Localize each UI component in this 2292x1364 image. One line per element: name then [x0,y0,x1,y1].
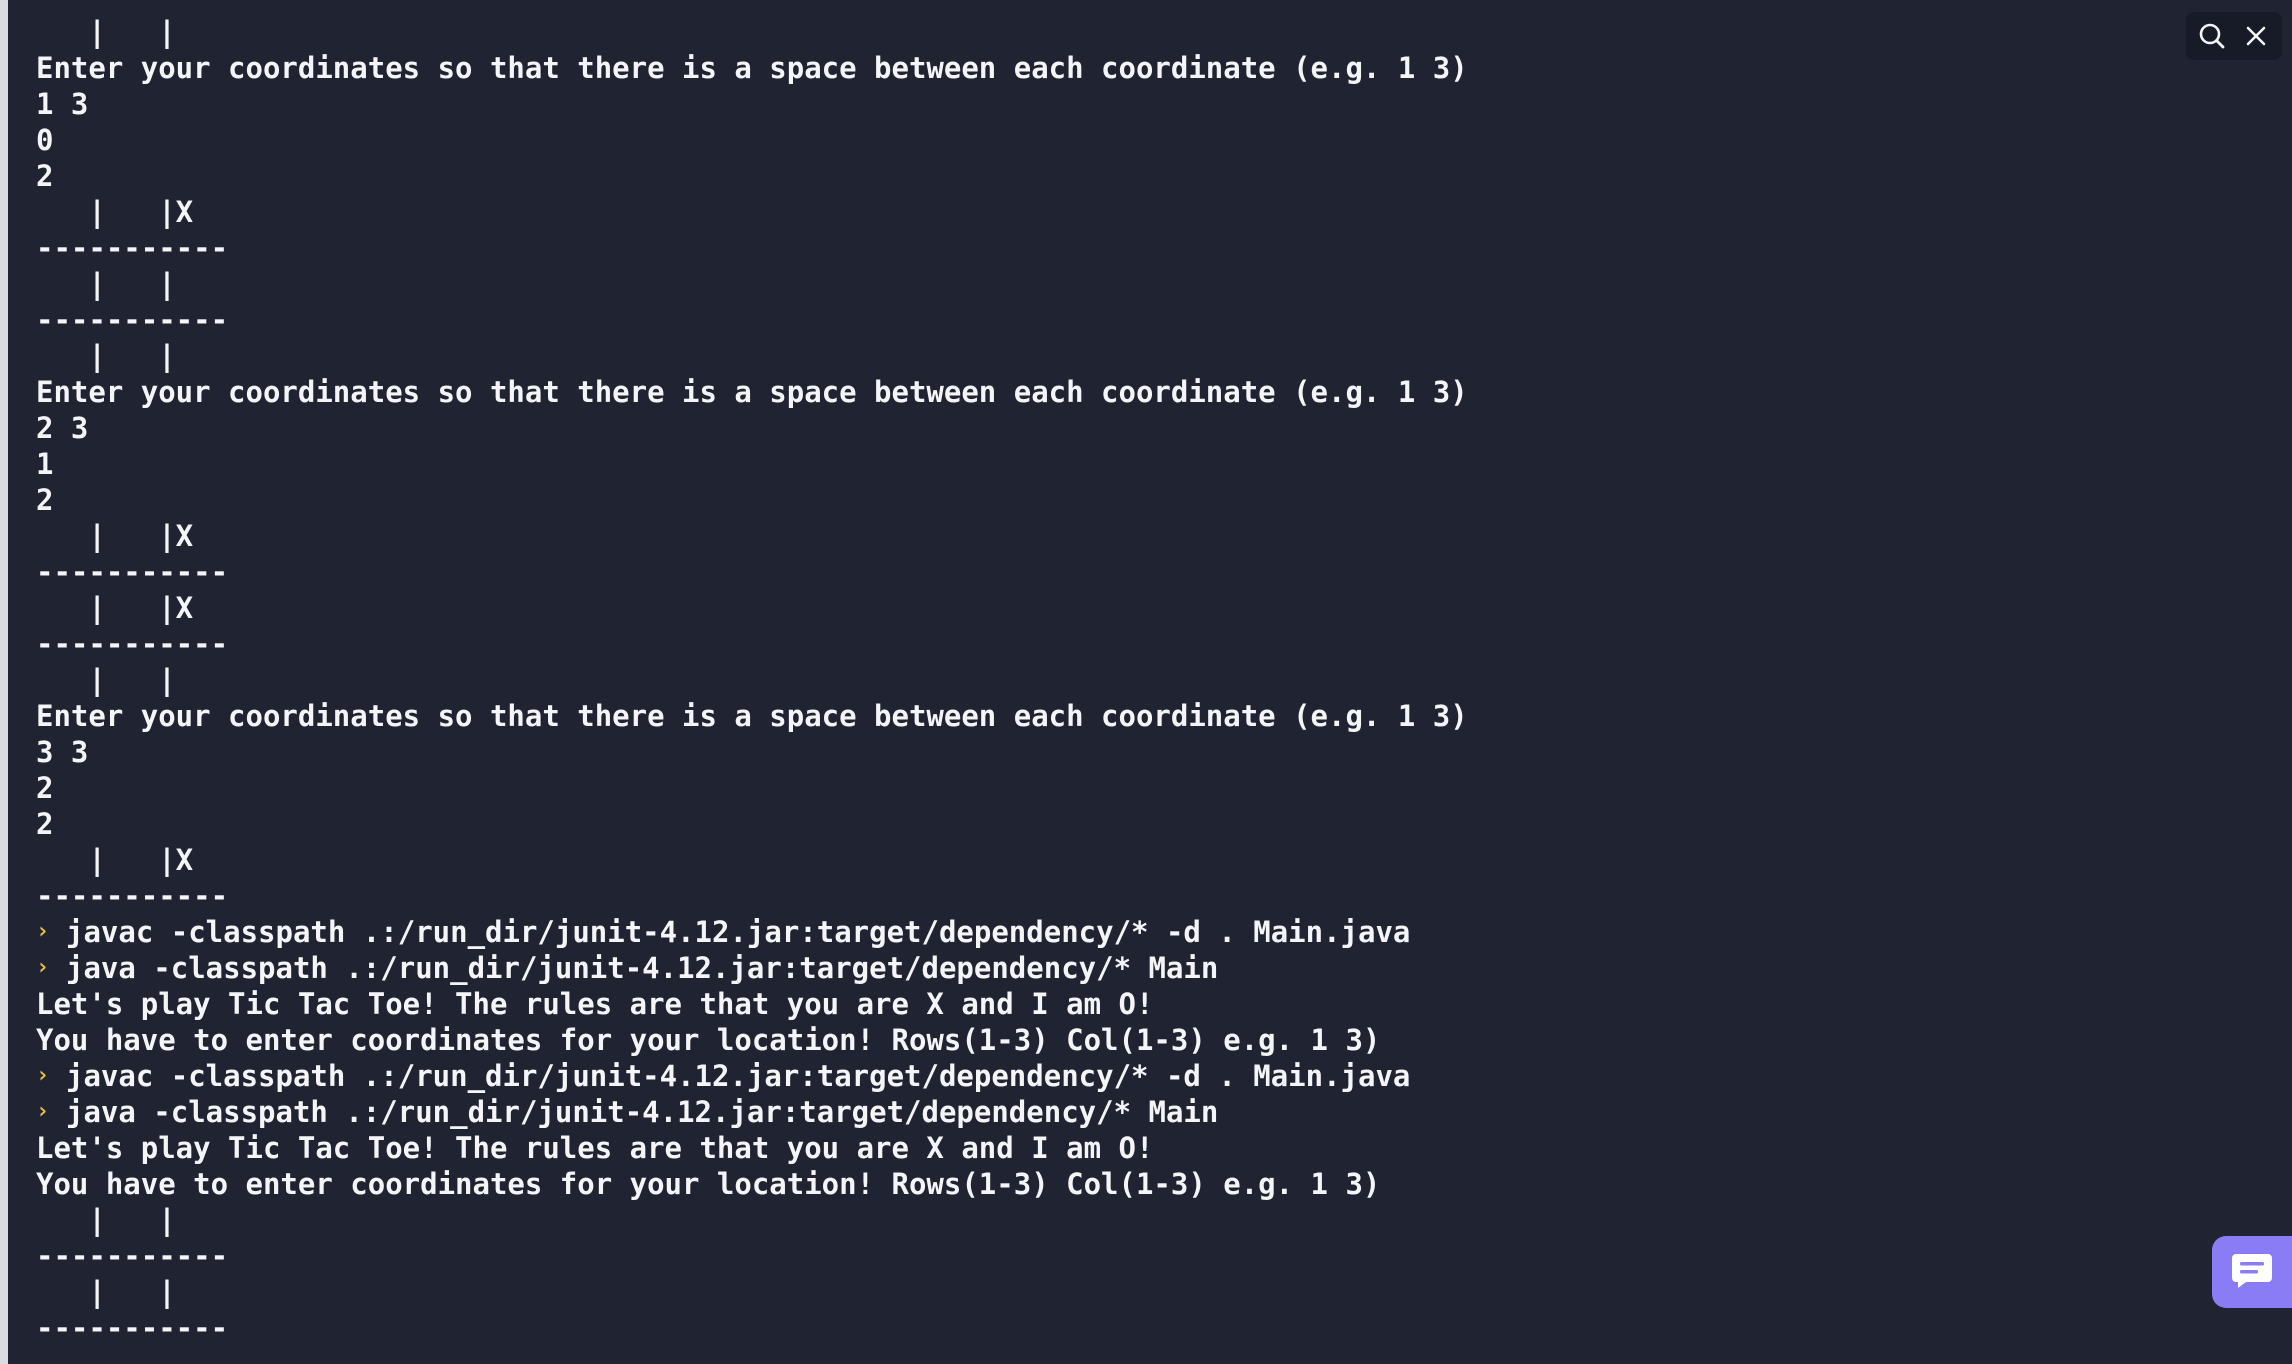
output-text: | | [36,15,176,49]
output-text: | |X [36,591,194,625]
console-output-line: | | [36,338,2186,374]
console-command-line: › java -classpath .:/run_dir/junit-4.12.j… [36,950,2186,986]
output-text: ----------- [36,1239,229,1273]
console-output-line: | |X [36,518,2186,554]
prompt-arrow-icon: › [36,1099,50,1124]
output-text: 2 [36,771,54,805]
console-output-line: | |X [36,842,2186,878]
console-output-line: ----------- [36,230,2186,266]
console-output-line: 2 [36,158,2186,194]
console-output-line: | | [36,266,2186,302]
output-text: Enter your coordinates so that there is … [36,375,1468,409]
output-text: | |X [36,843,194,877]
console-output-line: ----------- [36,302,2186,338]
prompt-arrow-icon: › [36,919,50,944]
console-command-line: › java -classpath .:/run_dir/junit-4.12.j… [36,1094,2186,1130]
console-output-line: 2 [36,482,2186,518]
output-text: ----------- [36,303,229,337]
output-text: | |X [36,519,194,553]
console-toolbar [2186,12,2282,60]
close-icon [2243,23,2269,49]
console-output-line: 1 [36,446,2186,482]
chat-icon [2230,1250,2274,1294]
console-output-line: Enter your coordinates so that there is … [36,698,2186,734]
console-output-line: | | [36,1202,2186,1238]
output-text: | | [36,1203,176,1237]
output-text: | | [36,1275,176,1309]
console-output-line: Enter your coordinates so that there is … [36,374,2186,410]
close-button[interactable] [2236,16,2276,56]
console-output-line: 3 3 [36,734,2186,770]
output-text: ----------- [36,627,229,661]
output-text: | |X [36,195,194,229]
console-output-line: | |X [36,194,2186,230]
console-output-line: | | [36,14,2186,50]
console-output-line: 0 [36,122,2186,158]
command-text: java -classpath .:/run_dir/junit-4.12.ja… [66,951,1219,985]
console-output-line: ----------- [36,1310,2186,1346]
console-output-line: You have to enter coordinates for your l… [36,1166,2186,1202]
console-output-line: Enter your coordinates so that there is … [36,50,2186,86]
console-output-line: 2 [36,806,2186,842]
output-text: | | [36,267,176,301]
output-text: 2 3 [36,411,89,445]
output-text: Let's play Tic Tac Toe! The rules are th… [36,987,1154,1021]
output-text: You have to enter coordinates for your l… [36,1023,1381,1057]
search-icon [2197,21,2227,51]
output-text: 2 [36,807,54,841]
output-text: Enter your coordinates so that there is … [36,51,1468,85]
console-output-line: ----------- [36,878,2186,914]
command-text: javac -classpath .:/run_dir/junit-4.12.j… [66,915,1411,949]
console-output-line: | | [36,1274,2186,1310]
console-output-line: Let's play Tic Tac Toe! The rules are th… [36,986,2186,1022]
console-output-line: Let's play Tic Tac Toe! The rules are th… [36,1130,2186,1166]
console-output-line: ----------- [36,554,2186,590]
console-command-line: › javac -classpath .:/run_dir/junit-4.12.… [36,1058,2186,1094]
console-command-line: › javac -classpath .:/run_dir/junit-4.12.… [36,914,2186,950]
search-button[interactable] [2192,16,2232,56]
prompt-arrow-icon: › [36,1063,50,1088]
output-text: ----------- [36,555,229,589]
console-output-line: 2 [36,770,2186,806]
output-text: 0 [36,123,54,157]
console-output-line: ----------- [36,1238,2186,1274]
console-output-line: | | [36,662,2186,698]
output-text: 2 [36,159,54,193]
output-text: 2 [36,483,54,517]
console-output-line: 2 3 [36,410,2186,446]
output-text: ----------- [36,231,229,265]
console-output[interactable]: | | Enter your coordinates so that there … [36,0,2186,1364]
left-edge-strip [0,0,8,1364]
output-text: Enter your coordinates so that there is … [36,699,1468,733]
output-text: | | [36,339,176,373]
console-output-line: ----------- [36,626,2186,662]
output-text: 1 3 [36,87,89,121]
output-text: You have to enter coordinates for your l… [36,1167,1381,1201]
console-output-line: | |X [36,590,2186,626]
console-output-line: You have to enter coordinates for your l… [36,1022,2186,1058]
output-text: ----------- [36,879,229,913]
output-text: | | [36,663,176,697]
command-text: java -classpath .:/run_dir/junit-4.12.ja… [66,1095,1219,1129]
output-text: 3 3 [36,735,89,769]
output-text: Let's play Tic Tac Toe! The rules are th… [36,1131,1154,1165]
command-text: javac -classpath .:/run_dir/junit-4.12.j… [66,1059,1411,1093]
prompt-arrow-icon: › [36,955,50,980]
output-text: 1 [36,447,54,481]
chat-button[interactable] [2212,1236,2292,1308]
output-text: ----------- [36,1311,229,1345]
console-output-line: 1 3 [36,86,2186,122]
